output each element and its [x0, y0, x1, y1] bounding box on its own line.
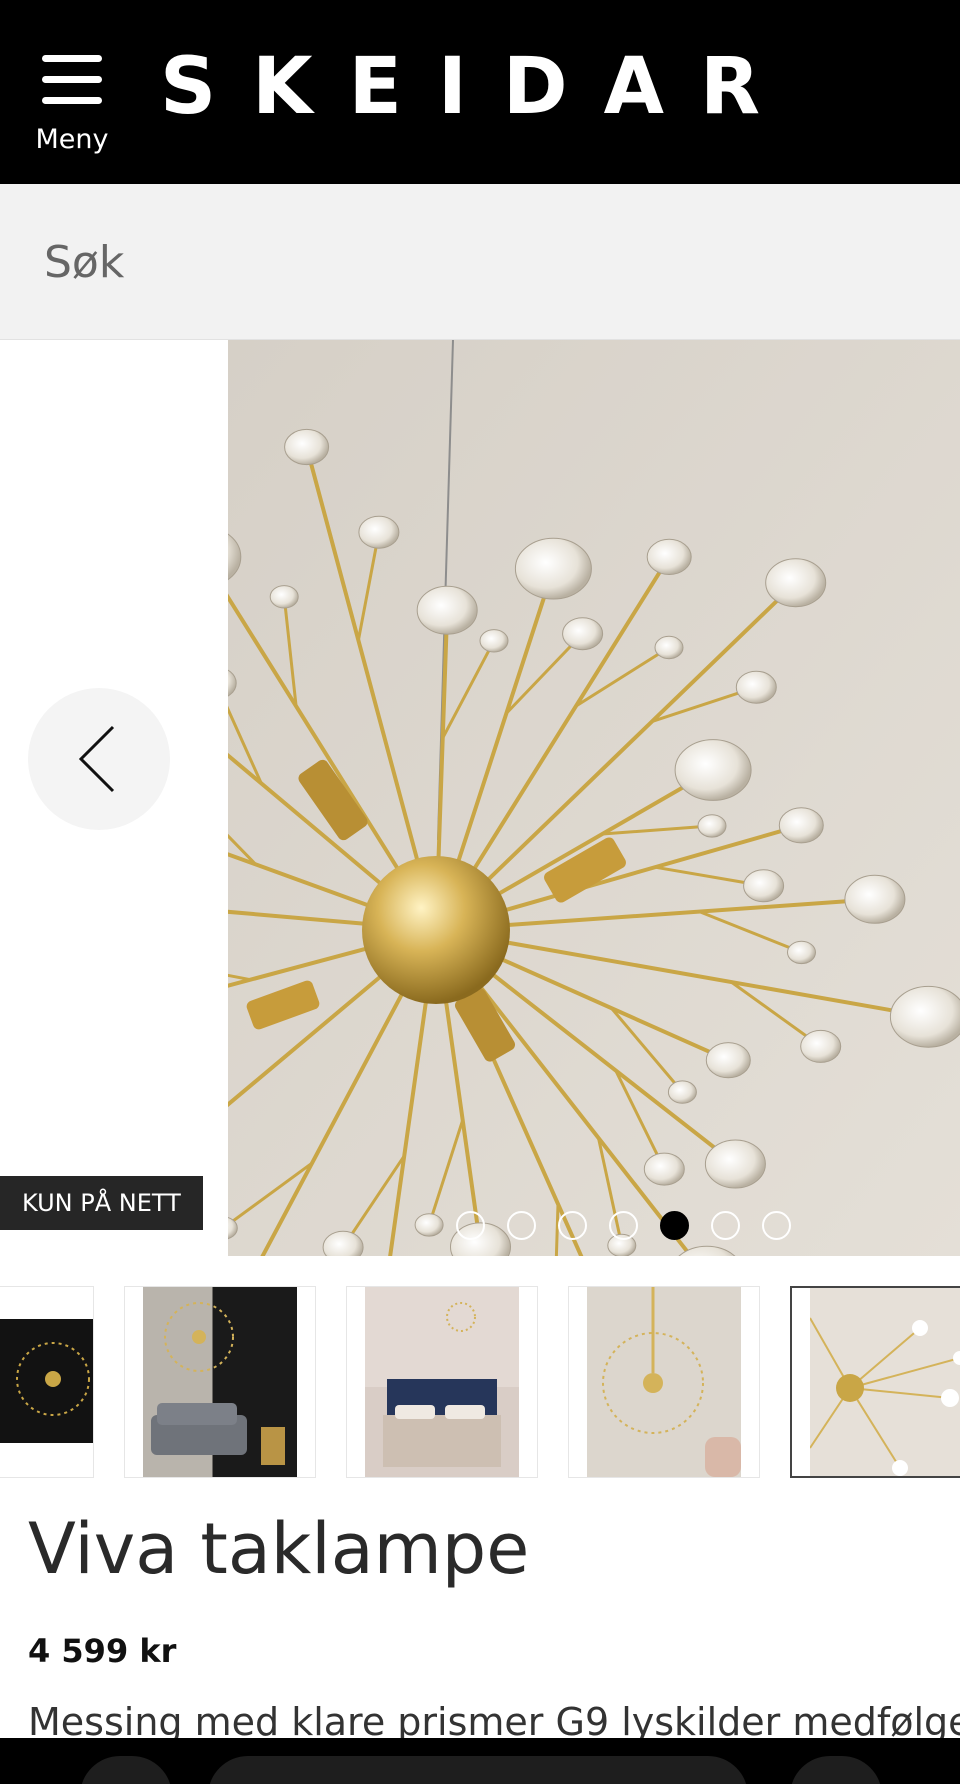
slide-dot-7[interactable] [762, 1211, 791, 1240]
online-only-badge: KUN PÅ NETT [0, 1176, 203, 1230]
product-gallery: KUN PÅ NETT [0, 340, 960, 1258]
chevron-left-icon [78, 725, 115, 793]
bottom-toolbar [0, 1738, 960, 1784]
slide-dot-5[interactable] [660, 1211, 689, 1240]
thumbnail-5[interactable] [790, 1286, 960, 1478]
previous-image-button[interactable] [28, 688, 170, 830]
slide-dot-6[interactable] [711, 1211, 740, 1240]
slide-dot-1[interactable] [456, 1211, 485, 1240]
hamburger-icon [42, 55, 102, 62]
slide-dot-2[interactable] [507, 1211, 536, 1240]
thumbnail-image [587, 1287, 741, 1477]
toolbar-button-left[interactable] [80, 1756, 172, 1784]
thumbnail-2[interactable] [124, 1286, 316, 1478]
product-title: Viva taklampe [28, 1508, 530, 1590]
thumbnail-3[interactable] [346, 1286, 538, 1478]
slide-dot-3[interactable] [558, 1211, 587, 1240]
product-price: 4 599 kr [28, 1632, 177, 1670]
thumbnail-strip [0, 1284, 960, 1480]
hamburger-icon-bar [42, 76, 102, 83]
thumbnail-image [365, 1287, 519, 1477]
toolbar-button-center[interactable] [208, 1756, 748, 1784]
thumbnail-image [143, 1287, 297, 1477]
menu-label: Meny [35, 124, 109, 155]
chandelier-photo [228, 340, 960, 1256]
slide-dot-4[interactable] [609, 1211, 638, 1240]
search-bar [0, 184, 960, 340]
thumbnail-image [0, 1319, 93, 1443]
hamburger-icon-bar [42, 97, 102, 104]
thumbnail-1[interactable] [0, 1286, 94, 1478]
thumbnail-4[interactable] [568, 1286, 760, 1478]
thumbnail-image [809, 1288, 960, 1476]
toolbar-button-right[interactable] [790, 1756, 882, 1784]
skeidar-logo[interactable]: SKEIDAR [160, 48, 796, 126]
search-input[interactable] [44, 220, 924, 304]
site-header: Meny SKEIDAR [0, 0, 960, 184]
product-photo[interactable] [228, 340, 960, 1256]
menu-button[interactable]: Meny [30, 50, 114, 160]
